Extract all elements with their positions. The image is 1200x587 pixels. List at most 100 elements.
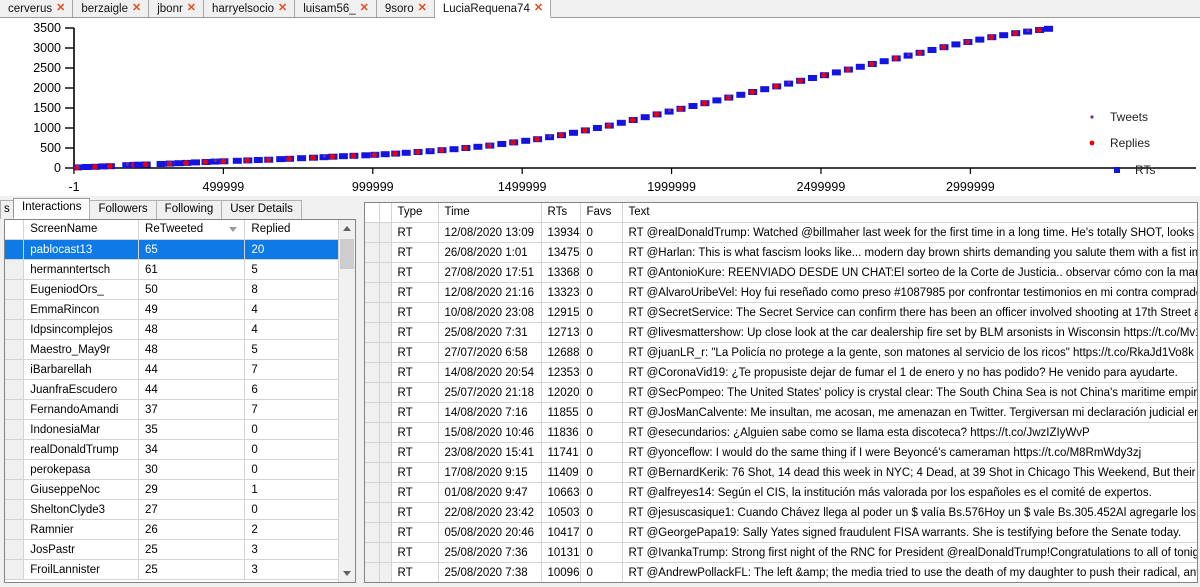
table-row[interactable]: RT 25/07/2020 21:18 12020 0 RT @SecPompeo: T… xyxy=(365,382,1197,403)
row-selector[interactable] xyxy=(5,439,25,460)
row-selector[interactable] xyxy=(365,242,380,263)
interactions-grid[interactable]: ScreenName ReTweeted Replied pablocast13 65… xyxy=(4,219,356,583)
row-selector[interactable] xyxy=(5,459,25,480)
table-row[interactable]: RT 14/08/2020 7:16 11855 0 RT @JosManCalvent… xyxy=(365,402,1197,423)
row-selector[interactable] xyxy=(5,239,25,260)
row-selector[interactable] xyxy=(365,262,380,283)
table-row[interactable]: Maestro_May9r 48 5 xyxy=(5,339,355,360)
window-tab-jbonr[interactable]: jbonr ✕ xyxy=(149,0,205,17)
table-row[interactable]: RT 26/08/2020 1:01 13475 0 RT @Harlan: This … xyxy=(365,242,1197,263)
window-tab-harryelsocio[interactable]: harryelsocio ✕ xyxy=(204,0,296,17)
window-tab-berzaigle[interactable]: berzaigle ✕ xyxy=(73,0,150,17)
row-selector[interactable] xyxy=(5,419,25,440)
tab-user-details[interactable]: User Details xyxy=(221,200,302,219)
tab-following[interactable]: Following xyxy=(155,200,223,219)
table-row[interactable]: JosPastr 25 3 xyxy=(5,539,355,560)
table-row[interactable]: RT 01/08/2020 9:47 10663 0 RT @alfreyes14: S… xyxy=(365,482,1197,503)
table-row[interactable]: FernandoAmandi 37 7 xyxy=(5,399,355,420)
row-selector[interactable] xyxy=(365,442,380,463)
table-row[interactable]: RT 10/08/2020 23:08 12915 0 RT @SecretServic… xyxy=(365,302,1197,323)
close-icon[interactable]: ✕ xyxy=(360,3,369,14)
row-selector[interactable] xyxy=(5,399,25,420)
row-selector[interactable] xyxy=(5,519,25,540)
table-row[interactable]: perokepasa 30 0 xyxy=(5,459,355,480)
table-row[interactable]: RT 25/08/2020 7:31 12713 0 RT @livesmattersh… xyxy=(365,322,1197,343)
table-row[interactable]: RT 05/08/2020 20:46 10417 0 RT @GeorgePapa19… xyxy=(365,522,1197,543)
table-row[interactable]: IndonesiaMar 35 0 xyxy=(5,419,355,440)
column-header-favs[interactable]: Favs xyxy=(580,203,623,223)
table-row[interactable]: Ramnier 26 2 xyxy=(5,519,355,540)
table-row[interactable]: hermanntertsch 61 5 xyxy=(5,259,355,280)
table-row[interactable]: RT 25/08/2020 7:36 10131 0 RT @IvankaTrump: … xyxy=(365,542,1197,563)
window-tab-luisam56_[interactable]: luisam56_ ✕ xyxy=(295,0,377,17)
row-selector[interactable] xyxy=(5,499,25,520)
close-icon[interactable]: ✕ xyxy=(187,3,196,14)
column-header-retweeted[interactable]: ReTweeted xyxy=(138,220,246,240)
row-selector[interactable] xyxy=(365,562,380,582)
window-tab-cerverus[interactable]: cerverus ✕ xyxy=(0,0,74,17)
row-selector[interactable] xyxy=(365,322,380,343)
row-selector[interactable] xyxy=(365,222,380,243)
close-icon[interactable]: ✕ xyxy=(278,3,287,14)
table-row[interactable]: FroilLannister 25 3 xyxy=(5,559,355,580)
table-row[interactable]: RT 12/08/2020 21:16 13323 0 RT @AlvaroUribeV… xyxy=(365,282,1197,303)
row-selector[interactable] xyxy=(365,482,380,503)
column-header-type[interactable]: Type xyxy=(391,203,439,223)
column-header-time[interactable]: Time xyxy=(438,203,542,223)
table-row[interactable]: RT 27/07/2020 6:58 12688 0 RT @juanLR_r: "La… xyxy=(365,342,1197,363)
tab-interactions[interactable]: Interactions xyxy=(13,198,91,219)
table-row[interactable]: iBarbarellah 44 7 xyxy=(5,359,355,380)
row-selector[interactable] xyxy=(5,279,25,300)
row-selector[interactable] xyxy=(365,402,380,423)
row-selector[interactable] xyxy=(5,539,25,560)
table-row[interactable]: Idpsincomplejos 48 4 xyxy=(5,319,355,340)
row-selector[interactable] xyxy=(5,479,25,500)
table-row[interactable]: GiuseppeNoc 29 1 xyxy=(5,479,355,500)
interactions-scrollbar[interactable] xyxy=(338,220,355,582)
row-selector[interactable] xyxy=(365,282,380,303)
close-icon[interactable]: ✕ xyxy=(534,3,543,14)
table-row[interactable]: RT 23/08/2020 15:41 11741 0 RT @yonceflow: I… xyxy=(365,442,1197,463)
left-panel-tab-partial[interactable]: s xyxy=(0,200,14,219)
tweets-grid[interactable]: Type Time RTs Favs Text RT 12/08/2020 13:09 13… xyxy=(364,202,1198,583)
row-selector[interactable] xyxy=(365,542,380,563)
window-tab-luciarequena74[interactable]: LuciaRequena74 ✕ xyxy=(434,0,552,18)
row-selector[interactable] xyxy=(5,359,25,380)
table-row[interactable]: EmmaRincon 49 4 xyxy=(5,299,355,320)
row-selector[interactable] xyxy=(5,339,25,360)
column-header-text[interactable]: Text xyxy=(622,203,1197,223)
table-row[interactable]: RT 22/08/2020 23:42 10503 0 RT @jesuscasique… xyxy=(365,502,1197,523)
scroll-down-icon[interactable] xyxy=(339,565,355,582)
window-tab-9soro[interactable]: 9soro ✕ xyxy=(376,0,435,17)
table-row[interactable]: JuanfraEscudero 44 6 xyxy=(5,379,355,400)
table-row[interactable]: EugeniodOrs_ 50 8 xyxy=(5,279,355,300)
row-selector[interactable] xyxy=(365,382,380,403)
table-row[interactable]: RT 14/08/2020 20:54 12353 0 RT @CoronaVid19:… xyxy=(365,362,1197,383)
column-header-rts[interactable]: RTs xyxy=(541,203,581,223)
table-row[interactable]: pablocast13 65 20 xyxy=(5,239,355,260)
row-selector[interactable] xyxy=(365,342,380,363)
row-selector[interactable] xyxy=(365,462,380,483)
close-icon[interactable]: ✕ xyxy=(132,3,141,14)
row-selector[interactable] xyxy=(365,522,380,543)
table-row[interactable]: RT 25/08/2020 7:38 10096 0 RT @AndrewPollack… xyxy=(365,562,1197,582)
row-selector[interactable] xyxy=(365,302,380,323)
column-header-screenname[interactable]: ScreenName xyxy=(23,220,140,240)
row-selector[interactable] xyxy=(5,259,25,280)
scroll-thumb[interactable] xyxy=(340,239,354,269)
table-row[interactable]: SheltonClyde3 27 0 xyxy=(5,499,355,520)
sort-descending-icon[interactable] xyxy=(229,227,238,232)
row-selector[interactable] xyxy=(5,319,25,340)
table-row[interactable]: RT 27/08/2020 17:51 13368 0 RT @AntonioKure:… xyxy=(365,262,1197,283)
table-row[interactable]: RT 15/08/2020 10:46 11836 0 RT @esecundarios… xyxy=(365,422,1197,443)
table-row[interactable]: RT 17/08/2020 9:15 11409 0 RT @BernardKerik:… xyxy=(365,462,1197,483)
row-selector[interactable] xyxy=(5,559,25,580)
close-icon[interactable]: ✕ xyxy=(56,3,65,14)
table-row[interactable]: realDonaldTrump 34 0 xyxy=(5,439,355,460)
row-selector[interactable] xyxy=(5,299,25,320)
row-selector[interactable] xyxy=(365,422,380,443)
tab-followers[interactable]: Followers xyxy=(89,200,157,219)
row-selector[interactable] xyxy=(5,379,25,400)
close-icon[interactable]: ✕ xyxy=(418,3,427,14)
row-selector[interactable] xyxy=(365,362,380,383)
